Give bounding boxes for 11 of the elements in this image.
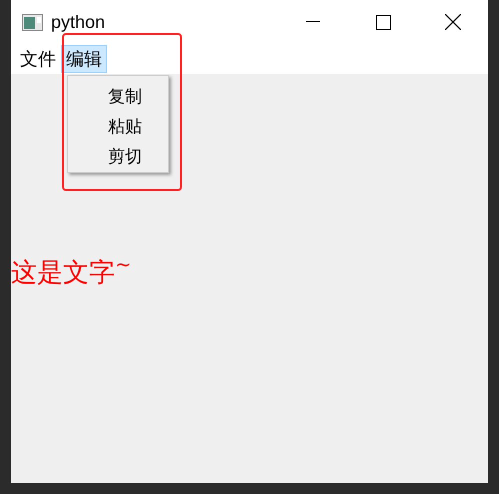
content-text: 这是文字$^{~}$ <box>11 260 132 286</box>
maximize-icon <box>376 14 390 30</box>
window-title: python <box>51 10 106 34</box>
minimize-icon <box>306 21 320 23</box>
menu-option[interactable]: 复制 <box>68 82 168 112</box>
menu-option[interactable]: 剪切 <box>68 142 168 172</box>
menu-item[interactable]: 编辑 <box>61 45 107 73</box>
menu-option[interactable]: 粘贴 <box>68 112 168 142</box>
close-icon <box>445 14 461 30</box>
menu-item[interactable]: 文件 <box>15 45 61 73</box>
app-icon <box>22 14 43 30</box>
